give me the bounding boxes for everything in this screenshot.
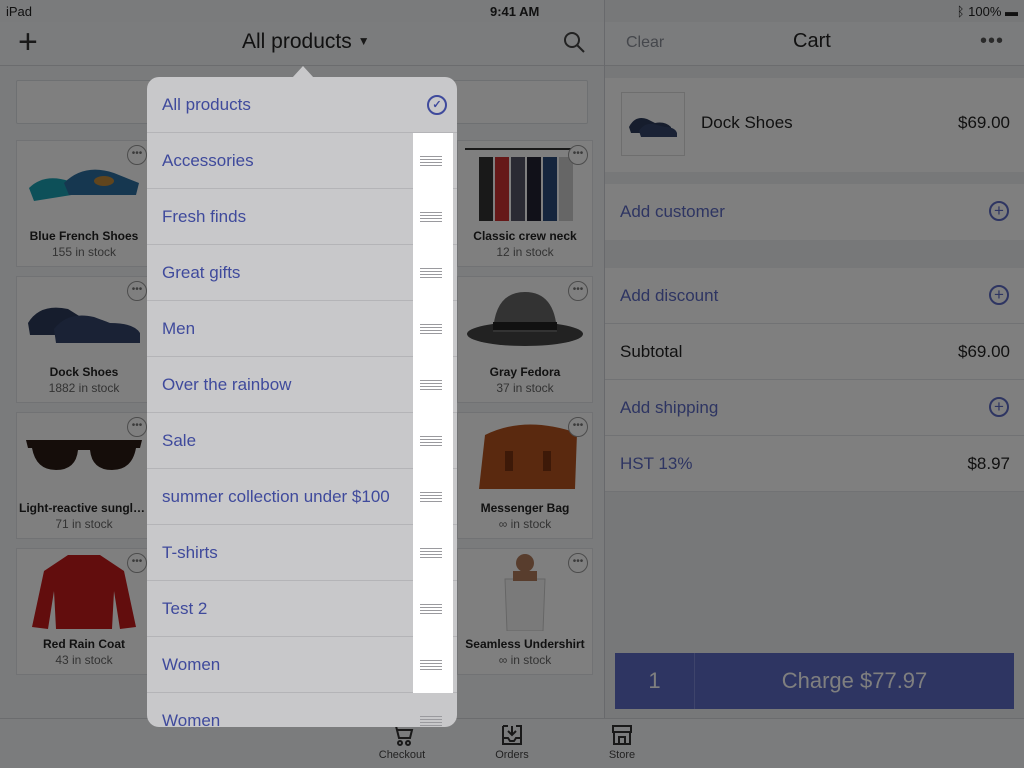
- drag-handle-icon[interactable]: [413, 245, 453, 301]
- collection-item[interactable]: summer collection under $100: [147, 469, 457, 525]
- collection-item[interactable]: Great gifts: [147, 245, 457, 301]
- collection-item[interactable]: T-shirts: [147, 525, 457, 581]
- checkmark-circle-icon: ✓: [427, 95, 447, 115]
- collection-item[interactable]: Sale: [147, 413, 457, 469]
- drag-handle-icon[interactable]: [413, 469, 453, 525]
- drag-handle-icon[interactable]: [413, 525, 453, 581]
- drag-handle-icon[interactable]: [413, 189, 453, 245]
- collections-popover: All products ✓ Accessories Fresh finds Gre…: [147, 77, 457, 727]
- collection-item[interactable]: Accessories: [147, 133, 457, 189]
- collection-item[interactable]: Men: [147, 301, 457, 357]
- drag-handle-icon[interactable]: [413, 413, 453, 469]
- collection-item[interactable]: Fresh finds: [147, 189, 457, 245]
- collection-item[interactable]: Test 2: [147, 581, 457, 637]
- collection-item[interactable]: Women: [147, 693, 457, 727]
- collection-item[interactable]: Women: [147, 637, 457, 693]
- drag-handle-icon[interactable]: [413, 581, 453, 637]
- drag-handle-icon[interactable]: [413, 637, 453, 693]
- drag-handle-icon[interactable]: [413, 133, 453, 189]
- drag-handle-icon[interactable]: [413, 301, 453, 357]
- collection-item[interactable]: Over the rainbow: [147, 357, 457, 413]
- collection-item-selected[interactable]: All products ✓: [147, 77, 457, 133]
- drag-handle-icon[interactable]: [413, 357, 453, 413]
- drag-handle-icon[interactable]: [413, 693, 453, 727]
